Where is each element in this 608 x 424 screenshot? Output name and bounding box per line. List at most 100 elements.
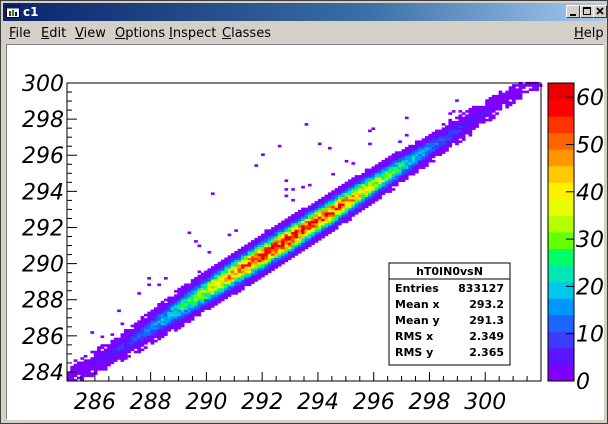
heatmap-cell bbox=[408, 144, 412, 148]
x-tick-label: 300 bbox=[464, 390, 506, 415]
heatmap-cell bbox=[515, 84, 519, 87]
heatmap-chart[interactable]: 286 288 290 292 294 296 298 3002842862882902922… bbox=[7, 45, 604, 419]
palette-swatch bbox=[548, 265, 574, 283]
heatmap-cell bbox=[404, 146, 409, 150]
heatmap-cell bbox=[491, 114, 496, 117]
menu-inspect[interactable]: Inspect bbox=[169, 26, 216, 41]
heatmap-cell bbox=[234, 229, 238, 232]
minimize-button[interactable] bbox=[566, 5, 580, 18]
y-tick-label: 286 bbox=[22, 325, 64, 350]
heatmap-cell bbox=[90, 331, 95, 334]
heatmap-cell bbox=[354, 175, 359, 178]
close-button[interactable] bbox=[593, 5, 607, 18]
heatmap-cell bbox=[207, 268, 212, 271]
heatmap-cell bbox=[515, 88, 519, 91]
palette-swatch bbox=[548, 99, 574, 117]
heatmap-cell bbox=[445, 125, 449, 128]
heatmap-cell bbox=[384, 157, 389, 161]
heatmap-cell bbox=[391, 153, 396, 156]
heatmap-cell bbox=[351, 162, 356, 165]
heatmap-cell bbox=[274, 225, 279, 228]
heatmap-cell bbox=[391, 188, 396, 191]
heatmap-cell bbox=[113, 337, 118, 341]
heatmap-cell bbox=[67, 372, 71, 375]
palette-tick-label: 40 bbox=[576, 181, 603, 206]
palette-swatch bbox=[548, 116, 574, 134]
x-tick-label: 296 bbox=[353, 390, 395, 415]
heatmap-cell bbox=[314, 201, 319, 204]
palette-tick-label: 50 bbox=[576, 133, 603, 158]
heatmap-cell bbox=[512, 84, 516, 87]
heatmap-cell bbox=[77, 376, 81, 380]
heatmap-cell bbox=[307, 183, 312, 187]
title-bar[interactable]: c1 bbox=[3, 3, 607, 21]
heatmap-cell bbox=[431, 131, 436, 135]
heatmap-cell bbox=[491, 94, 496, 98]
y-tick-label: 284 bbox=[22, 361, 64, 386]
heatmap-cell bbox=[328, 192, 332, 195]
heatmap-cell bbox=[214, 264, 218, 267]
heatmap-cell bbox=[117, 309, 121, 313]
palette-swatch bbox=[548, 298, 574, 316]
heatmap-cell bbox=[187, 231, 192, 235]
menu-options[interactable]: Options bbox=[115, 26, 165, 41]
heatmap-cell bbox=[438, 129, 443, 133]
canvas[interactable]: 286 288 290 292 294 296 298 300 284 286 288 290 292 2… bbox=[6, 44, 604, 420]
heatmap-cell bbox=[194, 240, 198, 243]
stats-row-value: 2.349 bbox=[469, 330, 504, 343]
menu-edit[interactable]: Edit bbox=[41, 26, 66, 41]
heatmap-cell bbox=[164, 298, 168, 302]
heatmap-cell bbox=[227, 233, 232, 237]
heatmap-cell bbox=[461, 112, 466, 115]
heatmap-cell bbox=[361, 172, 366, 176]
heatmap-cell bbox=[502, 92, 506, 96]
menu-file[interactable]: File bbox=[9, 26, 31, 41]
menu-view[interactable]: View bbox=[75, 26, 106, 41]
heatmap-cell bbox=[157, 303, 161, 306]
heatmap-cell bbox=[291, 198, 295, 202]
heatmap-cell bbox=[522, 84, 526, 87]
heatmap-cell bbox=[83, 359, 88, 362]
menu-classes[interactable]: Classes bbox=[222, 26, 271, 41]
heatmap-cell bbox=[180, 285, 185, 289]
heatmap-cell bbox=[130, 329, 135, 332]
heatmap-cell bbox=[478, 105, 483, 109]
heatmap-cell bbox=[154, 339, 158, 343]
heatmap-cell bbox=[284, 179, 289, 182]
heatmap-cell bbox=[281, 220, 285, 224]
heatmap-cell bbox=[127, 355, 131, 358]
x-tick-label: 292 bbox=[241, 390, 283, 415]
heatmap-cell bbox=[455, 120, 459, 124]
window: c1 File Edit View Options Inspect Classe… bbox=[0, 0, 608, 424]
heatmap-cell bbox=[425, 136, 429, 139]
menu-file-label: ile bbox=[15, 26, 31, 41]
heatmap-cell bbox=[100, 350, 105, 354]
heatmap-cell bbox=[73, 363, 78, 367]
stats-row-value: 833127 bbox=[458, 282, 504, 295]
maximize-button[interactable] bbox=[580, 5, 594, 18]
heatmap-cell bbox=[164, 277, 168, 280]
heatmap-cell bbox=[321, 196, 325, 200]
heatmap-cell bbox=[224, 257, 228, 261]
palette-swatch bbox=[548, 132, 574, 150]
heatmap-cell bbox=[485, 99, 489, 102]
heatmap-cell bbox=[475, 105, 479, 109]
palette-tick-label: 30 bbox=[576, 228, 603, 253]
heatmap-cell bbox=[291, 214, 295, 217]
heatmap-cell bbox=[247, 242, 252, 245]
x-tick-label: 294 bbox=[297, 390, 339, 415]
heatmap-cell bbox=[284, 188, 289, 191]
heatmap-cell bbox=[374, 164, 379, 167]
heatmap-cell bbox=[154, 307, 158, 310]
menu-help[interactable]: Help bbox=[574, 26, 604, 41]
heatmap-cell bbox=[284, 218, 289, 222]
heatmap-cell bbox=[194, 277, 198, 280]
heatmap-cell bbox=[197, 270, 202, 274]
heatmap-cell bbox=[522, 90, 526, 94]
app-icon bbox=[6, 5, 20, 18]
heatmap-cell bbox=[261, 153, 265, 156]
heatmap-cell bbox=[160, 300, 165, 304]
heatmap-cell bbox=[147, 311, 151, 315]
window-title: c1 bbox=[23, 5, 39, 19]
heatmap-cell bbox=[90, 357, 95, 360]
